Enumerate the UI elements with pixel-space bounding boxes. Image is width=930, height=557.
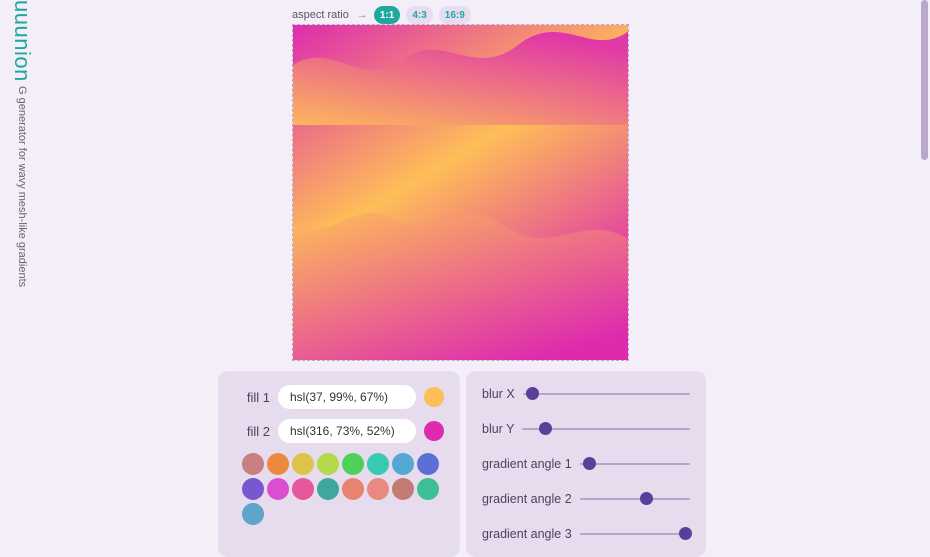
gradient-angle-2-label: gradient angle 2	[482, 492, 572, 506]
color-palette	[234, 453, 444, 525]
fill-2-input[interactable]: hsl(316, 73%, 52%)	[278, 419, 416, 443]
palette-swatch-12[interactable]	[342, 478, 364, 500]
aspect-4-3[interactable]: 4:3	[406, 6, 432, 24]
palette-swatch-6[interactable]	[392, 453, 414, 475]
gradient-angle-3-slider[interactable]	[580, 533, 690, 535]
gradient-angle-3-row: gradient angle 3	[482, 525, 690, 543]
fill-2-label: fill 2	[234, 424, 270, 439]
palette-swatch-5[interactable]	[367, 453, 389, 475]
blur-y-slider[interactable]	[522, 428, 690, 430]
blur-x-slider[interactable]	[523, 393, 690, 395]
palette-swatch-16[interactable]	[242, 503, 264, 525]
sidebar-title: uuunion G generator for wavy mesh-like g…	[2, 0, 42, 287]
fill-panel: fill 1 hsl(37, 99%, 67%) fill 2 hsl(316,…	[218, 371, 460, 557]
aspect-1-1[interactable]: 1:1	[374, 6, 400, 24]
fill-1-input[interactable]: hsl(37, 99%, 67%)	[278, 385, 416, 409]
gradient-canvas	[292, 24, 629, 361]
app-title: uuunion	[9, 0, 35, 82]
palette-swatch-15[interactable]	[417, 478, 439, 500]
palette-swatch-8[interactable]	[242, 478, 264, 500]
palette-swatch-4[interactable]	[342, 453, 364, 475]
blur-x-row: blur X	[482, 385, 690, 403]
palette-swatch-1[interactable]	[267, 453, 289, 475]
gradient-angle-2-thumb[interactable]	[640, 492, 653, 505]
gradient-angle-1-slider[interactable]	[580, 463, 690, 465]
palette-swatch-11[interactable]	[317, 478, 339, 500]
palette-swatch-2[interactable]	[292, 453, 314, 475]
slider-panel: blur X blur Y gradient angle 1 gradient …	[466, 371, 706, 557]
fill-1-row: fill 1 hsl(37, 99%, 67%)	[234, 385, 444, 409]
blur-y-row: blur Y	[482, 420, 690, 438]
aspect-16-9[interactable]: 16:9	[439, 6, 471, 24]
palette-swatch-9[interactable]	[267, 478, 289, 500]
palette-swatch-0[interactable]	[242, 453, 264, 475]
blur-y-label: blur Y	[482, 422, 514, 436]
palette-swatch-7[interactable]	[417, 453, 439, 475]
palette-swatch-13[interactable]	[367, 478, 389, 500]
gradient-angle-2-slider[interactable]	[580, 498, 690, 500]
palette-swatch-14[interactable]	[392, 478, 414, 500]
blur-x-thumb[interactable]	[526, 387, 539, 400]
gradient-angle-2-row: gradient angle 2	[482, 490, 690, 508]
gradient-angle-3-thumb[interactable]	[679, 527, 692, 540]
gradient-angle-3-label: gradient angle 3	[482, 527, 572, 541]
blur-y-thumb[interactable]	[539, 422, 552, 435]
aspect-ratio-control: aspect ratio → 1:1 4:3 16:9	[292, 6, 471, 24]
fill-1-swatch[interactable]	[424, 387, 444, 407]
app-subtitle: G generator for wavy mesh-like gradients	[16, 86, 28, 287]
aspect-label: aspect ratio	[292, 9, 349, 21]
arrow-right-icon: →	[357, 9, 368, 21]
gradient-angle-1-label: gradient angle 1	[482, 457, 572, 471]
fill-2-row: fill 2 hsl(316, 73%, 52%)	[234, 419, 444, 443]
gradient-angle-1-row: gradient angle 1	[482, 455, 690, 473]
fill-2-swatch[interactable]	[424, 421, 444, 441]
palette-swatch-3[interactable]	[317, 453, 339, 475]
fill-1-label: fill 1	[234, 390, 270, 405]
palette-swatch-10[interactable]	[292, 478, 314, 500]
blur-x-label: blur X	[482, 387, 515, 401]
gradient-angle-1-thumb[interactable]	[583, 457, 596, 470]
page-scrollbar[interactable]	[921, 0, 928, 160]
